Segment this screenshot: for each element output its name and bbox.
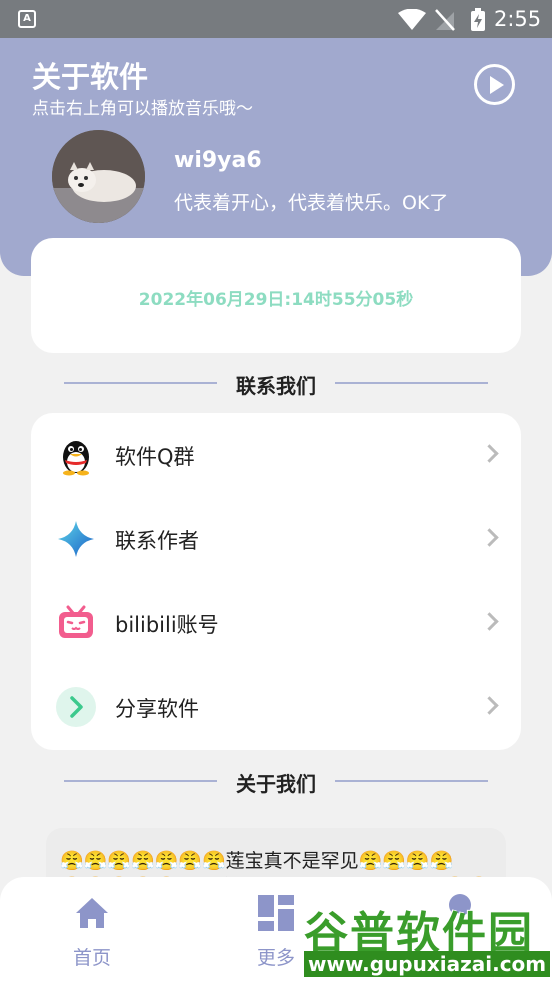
contact-label: bilibili账号 — [115, 613, 219, 637]
section-title-contact: 联系我们 — [0, 368, 552, 398]
play-music-button[interactable] — [474, 64, 515, 105]
section-title-about: 关于我们 — [0, 766, 552, 796]
chevron-right-icon — [480, 612, 499, 631]
wifi-icon — [398, 9, 426, 30]
contact-label: 软件Q群 — [115, 445, 195, 469]
section-title-text: 联系我们 — [236, 374, 316, 398]
page-title: 关于软件 — [32, 60, 149, 94]
sim-icon: A — [18, 10, 36, 28]
chevron-right-icon — [480, 444, 499, 463]
status-bar: A 2:55 — [0, 0, 552, 38]
user-bio: 代表着开心，代表着快乐。OK了 — [174, 192, 449, 214]
about-text-line: 😤😤😤😤😤😤😤莲宝真不是罕见😤😤😤😤 — [60, 850, 454, 872]
grid-icon — [258, 895, 294, 931]
watermark-logo: 谷普软件园 www.gupuxiazai.com — [302, 897, 552, 983]
username: wi9ya6 — [174, 148, 262, 173]
share-arrow-icon — [56, 687, 96, 727]
contact-item-qq-group[interactable]: 软件Q群 — [31, 413, 521, 497]
divider — [335, 382, 488, 384]
section-title-text: 关于我们 — [236, 772, 316, 796]
qq-penguin-icon — [63, 441, 89, 476]
nav-label: 首页 — [72, 947, 111, 969]
contact-item-author[interactable]: 联系作者 — [31, 497, 521, 581]
home-icon — [76, 898, 108, 928]
nav-home[interactable]: 首页 — [46, 877, 136, 983]
contact-item-bilibili[interactable]: bilibili账号 — [31, 581, 521, 665]
divider — [335, 780, 488, 782]
page-subtitle: 点击右上角可以播放音乐哦～ — [32, 99, 253, 119]
datetime-card: 2022年06月29日:14时55分05秒 — [31, 238, 521, 353]
sparkle-star-icon — [58, 521, 94, 557]
chevron-right-icon — [480, 696, 499, 715]
avatar — [52, 130, 145, 223]
chevron-right-icon — [480, 528, 499, 547]
contact-card: 软件Q群 联系作者 bilibili账号 分享软件 — [31, 413, 521, 750]
contact-item-share[interactable]: 分享软件 — [31, 665, 521, 749]
clock: 2:55 — [494, 7, 542, 31]
datetime-text: 2022年06月29日:14时55分05秒 — [138, 290, 414, 310]
no-signal-icon — [435, 9, 455, 31]
contact-label: 分享软件 — [115, 697, 199, 721]
dog-photo-icon — [52, 130, 145, 223]
contact-label: 联系作者 — [115, 529, 199, 553]
battery-charging-icon — [471, 8, 485, 31]
bilibili-tv-icon — [59, 605, 93, 638]
watermark-url: www.gupuxiazai.com — [304, 951, 551, 977]
